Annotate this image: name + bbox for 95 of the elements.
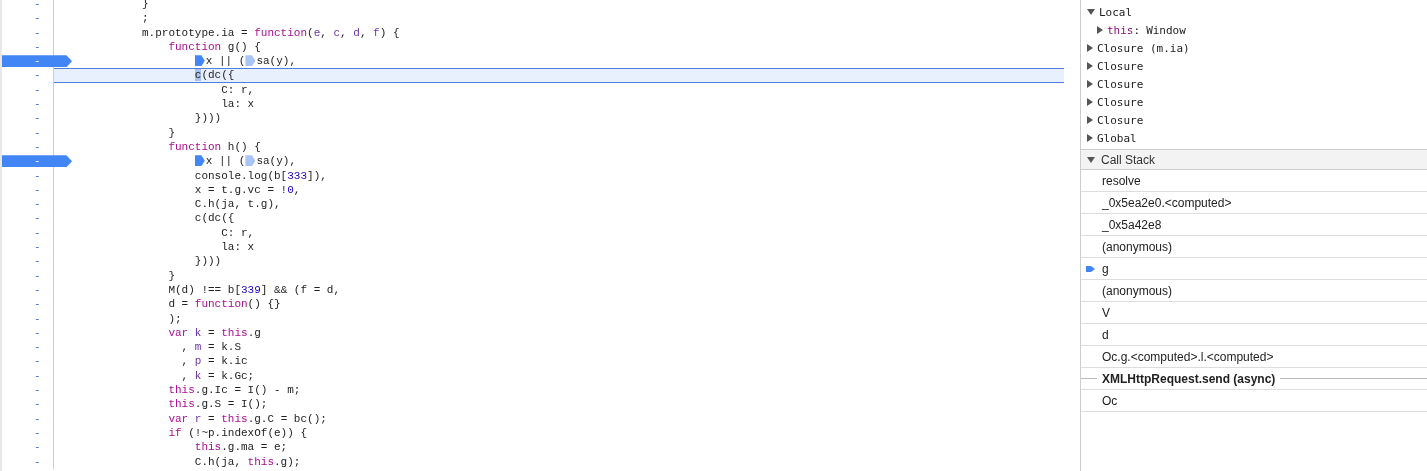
scope-label[interactable]: Closure (m.ia) <box>1097 41 1190 55</box>
code-line: } <box>141 0 150 12</box>
call-frame[interactable]: _0x5a42e8 <box>1081 214 1427 236</box>
line-number: - <box>34 25 41 40</box>
line-number: - <box>34 254 41 269</box>
code-line: console.log(b[333]), <box>193 168 328 183</box>
call-frame[interactable]: resolve <box>1081 170 1427 192</box>
collapsed-triangle-icon[interactable] <box>1087 134 1093 142</box>
line-number: - <box>34 111 41 126</box>
code-line: ); <box>167 311 183 326</box>
call-frame[interactable]: d <box>1081 324 1427 346</box>
collapsed-triangle-icon[interactable] <box>1087 116 1093 124</box>
code-line: var k = this.g <box>167 325 262 341</box>
property-separator: : <box>1133 23 1141 37</box>
code-line: d = function() {} <box>167 297 282 312</box>
code-line: C: r, <box>220 225 256 241</box>
call-frame[interactable]: V <box>1081 302 1427 324</box>
scope-label[interactable]: Closure <box>1097 59 1144 73</box>
line-number: - <box>34 197 41 212</box>
code-line: this.g.S = I(); <box>167 397 269 412</box>
inline-breakpoint-icon[interactable] <box>194 55 205 67</box>
breakpoint-marker[interactable]: - <box>2 155 72 168</box>
line-number: - <box>34 139 41 155</box>
line-number: - <box>34 125 41 140</box>
code-line: la: x <box>220 240 256 255</box>
code-line: function g() { <box>167 39 262 55</box>
code-line: , p = k.ic <box>180 354 249 369</box>
line-number: - <box>34 97 41 112</box>
async-separator: XMLHttpRequest.send (async) <box>1101 371 1277 386</box>
line-number: - <box>34 425 41 441</box>
line-number: - <box>34 325 41 341</box>
section-header[interactable]: Call Stack <box>1081 149 1427 170</box>
code-line: this.g.ma = e; <box>193 440 289 455</box>
expanded-triangle-icon[interactable] <box>1087 9 1095 15</box>
line-number: - <box>34 454 41 469</box>
breakpoint-marker[interactable]: - <box>2 55 72 68</box>
scope-label[interactable]: Closure <box>1097 77 1144 91</box>
code-line: var r = this.g.C = bc(); <box>167 411 328 426</box>
line-number: - <box>34 383 41 398</box>
line-number: - <box>34 39 41 55</box>
collapsed-triangle-icon[interactable] <box>1087 98 1093 106</box>
section-title: Call Stack <box>1101 152 1156 167</box>
expanded-triangle-icon[interactable] <box>1087 156 1095 163</box>
property-value: Window <box>1146 23 1186 37</box>
code-line: m.prototype.ia = function(e, c, d, f) { <box>141 25 401 40</box>
code-line: x = t.g.vc = !0, <box>193 182 302 198</box>
call-frame[interactable]: _0x5ea2e0.<computed> <box>1081 192 1427 214</box>
line-number: - <box>34 268 41 283</box>
code-line: c(dc({ <box>193 211 236 226</box>
code-line: if (!~p.indexOf(e)) { <box>167 425 308 441</box>
line-number: - <box>34 297 41 312</box>
collapsed-triangle-icon[interactable] <box>1087 62 1093 70</box>
scope-label[interactable]: Global <box>1097 131 1137 145</box>
code-line: , m = k.S <box>180 340 242 355</box>
collapsed-triangle-icon[interactable] <box>1097 26 1103 34</box>
code-line: function h() { <box>167 139 262 155</box>
line-number: - <box>34 225 41 241</box>
code-line: la: x <box>220 97 256 112</box>
call-frame[interactable]: Oc <box>1081 390 1427 412</box>
code-line: this.g.Ic = I() - m; <box>167 383 302 398</box>
code-line: }))) <box>193 111 223 126</box>
line-number: - <box>34 311 41 326</box>
collapsed-triangle-icon[interactable] <box>1087 44 1093 52</box>
scope-label[interactable]: Closure <box>1097 113 1144 127</box>
line-number: - <box>34 168 41 183</box>
line-number: - <box>34 68 41 83</box>
collapsed-triangle-icon[interactable] <box>1087 80 1093 88</box>
line-number: - <box>34 82 41 98</box>
line-number: - <box>34 282 41 298</box>
line-number: - <box>34 354 41 369</box>
code-line: ; <box>141 11 150 26</box>
code-line: } <box>167 125 176 140</box>
inline-breakpoint-icon[interactable] <box>194 155 205 167</box>
line-number: - <box>34 340 41 355</box>
line-number: - <box>34 368 41 383</box>
code-line: M(d) !== b[339] && (f = d, <box>167 282 342 298</box>
code-line: } <box>167 268 176 283</box>
scope-label[interactable]: Closure <box>1097 95 1144 109</box>
line-number: - <box>34 11 41 26</box>
call-frame[interactable]: (anonymous) <box>1081 280 1427 302</box>
call-frame[interactable]: Oc.g.<computed>.l.<computed> <box>1081 346 1427 368</box>
code-line: C.h(ja, t.g), <box>193 197 282 212</box>
line-number: - <box>34 0 41 12</box>
line-number: - <box>34 211 41 226</box>
line-number: - <box>34 411 41 426</box>
property-name: this <box>1107 23 1134 37</box>
line-number: - <box>34 182 41 198</box>
code-line: }))) <box>193 254 223 269</box>
scope-label[interactable]: Local <box>1099 5 1133 19</box>
code-line: C.h(ja, this.g); <box>193 454 302 469</box>
line-number: - <box>34 240 41 255</box>
line-number: - <box>34 440 41 455</box>
code-line: , k = k.Gc; <box>180 368 256 383</box>
code-line: C: r, <box>220 82 256 98</box>
line-number: - <box>34 397 41 412</box>
